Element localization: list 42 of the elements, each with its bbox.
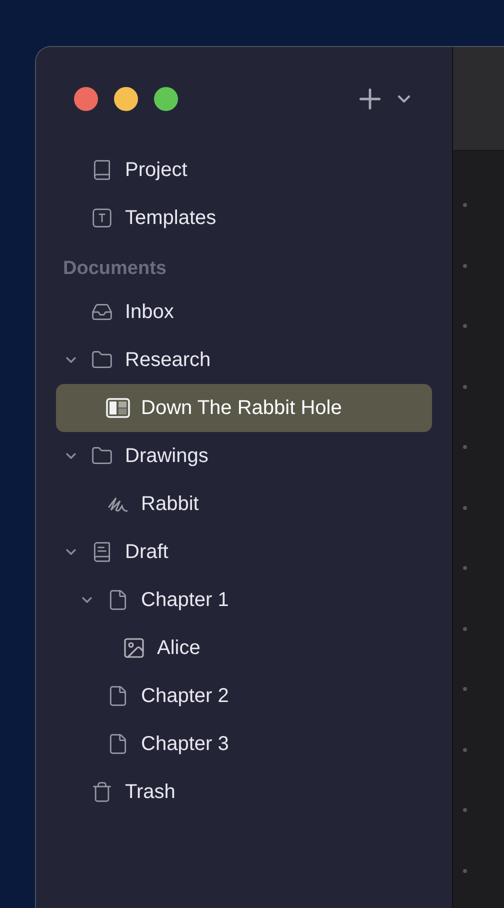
item-label: Templates: [125, 206, 216, 231]
item-label: Chapter 2: [141, 684, 229, 709]
folder-icon: [91, 445, 113, 467]
item-label: Chapter 1: [141, 588, 229, 613]
zoom-button[interactable]: [154, 87, 178, 111]
sidebar-item[interactable]: Research: [56, 336, 432, 384]
item-label: Alice: [157, 636, 200, 661]
sidebar-item[interactable]: Templates: [56, 194, 432, 242]
item-label: Drawings: [125, 444, 208, 469]
item-label: Draft: [125, 540, 168, 565]
item-label: Chapter 3: [141, 732, 229, 757]
sidebar-item[interactable]: Alice: [56, 624, 432, 672]
item-label: Trash: [125, 780, 176, 805]
item-label: Rabbit: [141, 492, 199, 517]
image-icon: [121, 636, 147, 660]
sidebar-item[interactable]: Rabbit: [56, 480, 432, 528]
item-label: Research: [125, 348, 211, 373]
file-icon: [107, 685, 129, 707]
trash-icon: [91, 781, 113, 803]
sidebar-item[interactable]: Drawings: [56, 432, 432, 480]
item-label: Down The Rabbit Hole: [141, 396, 342, 421]
minimize-button[interactable]: [114, 87, 138, 111]
section-title: Documents: [63, 256, 166, 280]
file-icon: [107, 733, 129, 755]
sidebar-item[interactable]: Trash: [56, 768, 432, 816]
book-icon: [91, 541, 113, 563]
sidebar-item[interactable]: Chapter 1: [56, 576, 432, 624]
file-icon: [107, 589, 129, 611]
inbox-icon: [91, 301, 113, 323]
close-button[interactable]: [74, 87, 98, 111]
item-label: Project: [125, 158, 188, 183]
sidebar-item[interactable]: Chapter 3: [56, 720, 432, 768]
sidebar-item[interactable]: Down The Rabbit Hole: [56, 384, 432, 432]
book-icon: [91, 159, 113, 181]
sidebar-item[interactable]: Project: [56, 146, 432, 194]
sidebar-item[interactable]: Draft: [56, 528, 432, 576]
letter-square-icon: [92, 208, 112, 228]
sidebar-item[interactable]: Chapter 2: [56, 672, 432, 720]
split-document-icon: [106, 398, 130, 418]
sidebar-item[interactable]: Inbox: [56, 288, 432, 336]
folder-icon: [91, 349, 113, 371]
item-label: Inbox: [125, 300, 174, 325]
